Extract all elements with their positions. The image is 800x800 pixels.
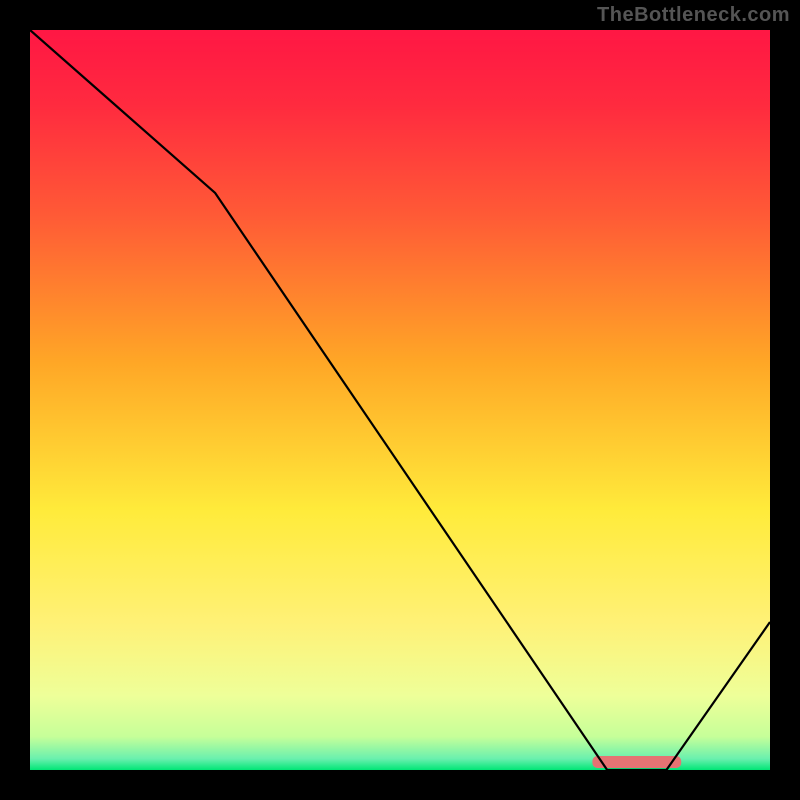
plot-area xyxy=(30,30,770,770)
chart-frame: TheBottleneck.com xyxy=(0,0,800,800)
watermark-text: TheBottleneck.com xyxy=(597,4,790,27)
gradient-background xyxy=(30,30,770,770)
bottleneck-chart xyxy=(30,30,770,770)
